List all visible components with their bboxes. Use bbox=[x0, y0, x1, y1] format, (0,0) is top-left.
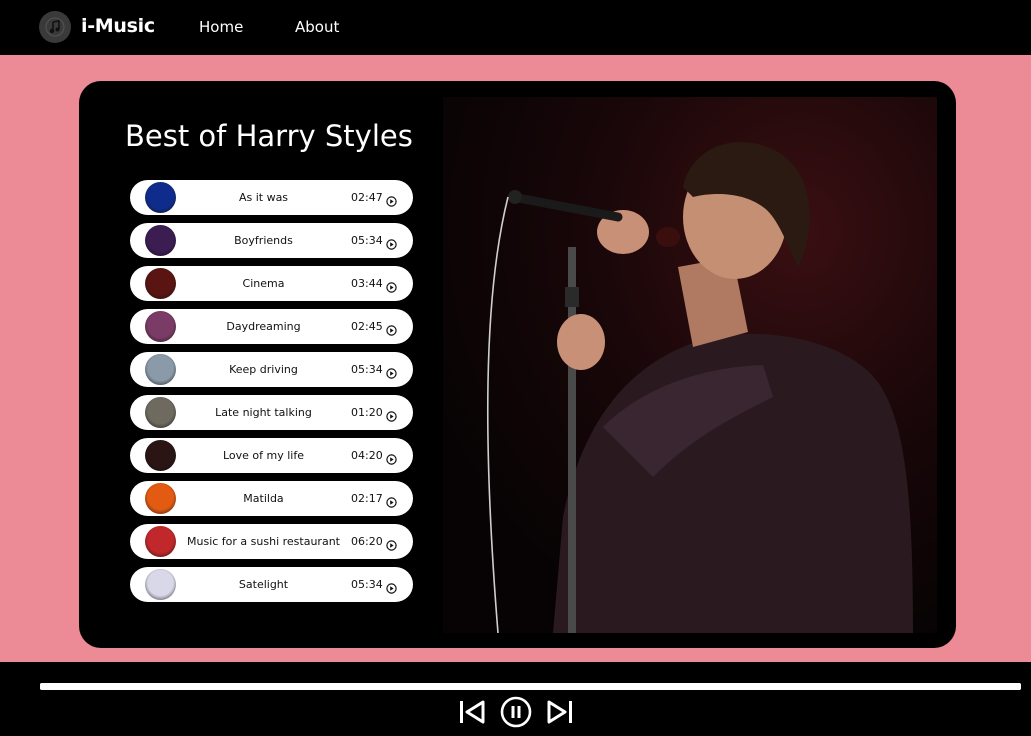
song-item[interactable]: Music for a sushi restaurant 06:20 bbox=[130, 524, 413, 559]
play-icon[interactable] bbox=[386, 364, 397, 379]
song-cover-thumbnail bbox=[145, 397, 176, 428]
song-name: Late night talking bbox=[215, 406, 312, 419]
song-item[interactable]: Daydreaming 02:45 bbox=[130, 309, 413, 344]
song-cover-thumbnail bbox=[145, 526, 176, 557]
next-icon[interactable] bbox=[546, 700, 574, 724]
song-duration: 03:44 bbox=[351, 277, 383, 290]
song-name: Music for a sushi restaurant bbox=[187, 535, 340, 548]
play-icon[interactable] bbox=[386, 407, 397, 422]
song-item[interactable]: Boyfriends 05:34 bbox=[130, 223, 413, 258]
song-duration: 04:20 bbox=[351, 449, 383, 462]
song-duration: 02:47 bbox=[351, 191, 383, 204]
song-item[interactable]: Satelight 05:34 bbox=[130, 567, 413, 602]
song-duration: 02:45 bbox=[351, 320, 383, 333]
artist-photo bbox=[443, 97, 937, 633]
song-item[interactable]: As it was 02:47 bbox=[130, 180, 413, 215]
brand-name[interactable]: i-Music bbox=[81, 15, 155, 37]
song-cover-thumbnail bbox=[145, 569, 176, 600]
song-cover-thumbnail bbox=[145, 225, 176, 256]
play-icon[interactable] bbox=[386, 278, 397, 293]
play-icon[interactable] bbox=[386, 192, 397, 207]
song-list: As it was 02:47 Boyfriends 05:34 Cinema 03:44… bbox=[130, 180, 413, 610]
player-bar bbox=[0, 662, 1031, 736]
music-note-icon[interactable] bbox=[39, 11, 71, 43]
song-name: As it was bbox=[238, 191, 289, 204]
play-icon[interactable] bbox=[386, 579, 397, 594]
playlist-card: Best of Harry Styles As it was 02:47 Boyfr… bbox=[79, 81, 956, 648]
song-item[interactable]: Keep driving 05:34 bbox=[130, 352, 413, 387]
song-name: Boyfriends bbox=[234, 234, 293, 247]
play-icon[interactable] bbox=[386, 450, 397, 465]
song-duration: 05:34 bbox=[351, 234, 383, 247]
song-duration: 01:20 bbox=[351, 406, 383, 419]
song-duration: 06:20 bbox=[351, 535, 383, 548]
song-name: Satelight bbox=[238, 578, 289, 591]
song-name: Love of my life bbox=[222, 449, 304, 462]
song-item[interactable]: Cinema 03:44 bbox=[130, 266, 413, 301]
song-name: Matilda bbox=[243, 492, 284, 505]
play-icon[interactable] bbox=[386, 536, 397, 551]
progress-fill bbox=[40, 683, 1021, 690]
song-item[interactable]: Love of my life 04:20 bbox=[130, 438, 413, 473]
song-cover-thumbnail bbox=[145, 483, 176, 514]
play-icon[interactable] bbox=[386, 493, 397, 508]
song-duration: 05:34 bbox=[351, 578, 383, 591]
song-name: Cinema bbox=[242, 277, 285, 290]
song-name: Daydreaming bbox=[226, 320, 301, 333]
nav-home-link[interactable]: Home bbox=[199, 18, 243, 36]
song-duration: 05:34 bbox=[351, 363, 383, 376]
song-cover-thumbnail bbox=[145, 268, 176, 299]
previous-icon[interactable] bbox=[458, 700, 486, 724]
song-cover-thumbnail bbox=[145, 440, 176, 471]
playlist-title: Best of Harry Styles bbox=[125, 119, 413, 153]
song-cover-thumbnail bbox=[145, 182, 176, 213]
song-cover-thumbnail bbox=[145, 354, 176, 385]
song-item[interactable]: Late night talking 01:20 bbox=[130, 395, 413, 430]
song-cover-thumbnail bbox=[145, 311, 176, 342]
play-icon[interactable] bbox=[386, 235, 397, 250]
pause-icon[interactable] bbox=[500, 696, 532, 728]
nav-about-link[interactable]: About bbox=[295, 18, 339, 36]
song-name: Keep driving bbox=[229, 363, 298, 376]
song-item[interactable]: Matilda 02:17 bbox=[130, 481, 413, 516]
play-icon[interactable] bbox=[386, 321, 397, 336]
song-duration: 02:17 bbox=[351, 492, 383, 505]
top-navbar: i-Music Home About bbox=[0, 0, 1031, 55]
progress-bar[interactable] bbox=[40, 683, 1021, 690]
